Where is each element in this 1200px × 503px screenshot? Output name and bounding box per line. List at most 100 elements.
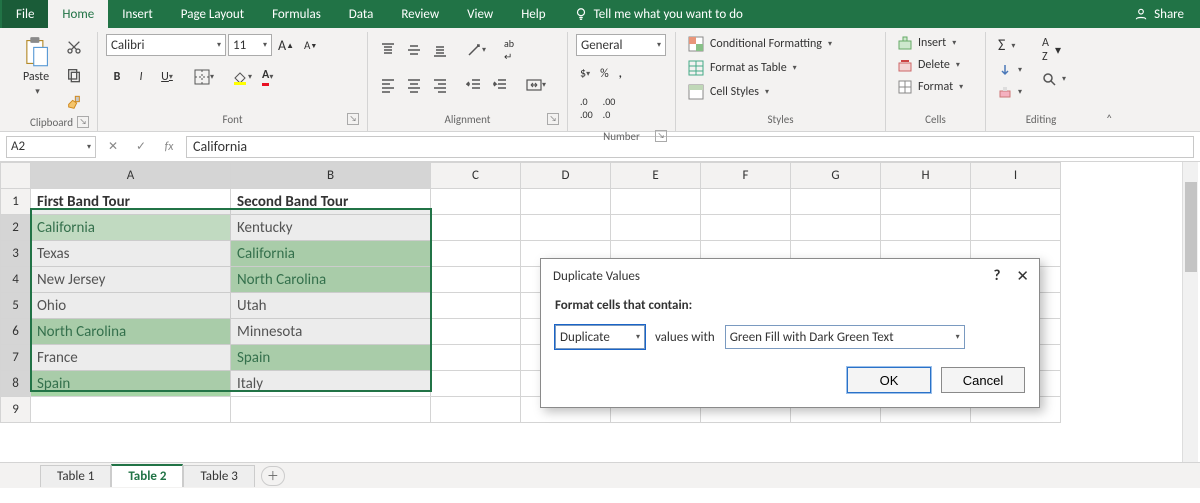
font-launcher[interactable]: ↘	[347, 113, 359, 125]
fill-color-button[interactable]: ▾	[228, 65, 256, 89]
cell-A5[interactable]: Ohio	[31, 293, 231, 319]
tab-view[interactable]: View	[453, 0, 507, 28]
dialog-duplicate-select[interactable]: Duplicate▾	[555, 325, 645, 349]
insert-cells-button[interactable]: Insert▾	[894, 34, 967, 52]
col-header-E[interactable]: E	[611, 163, 701, 189]
cell[interactable]	[431, 345, 521, 371]
row-header-5[interactable]: 5	[1, 293, 31, 319]
cell[interactable]	[431, 241, 521, 267]
align-center-button[interactable]	[402, 74, 426, 96]
collapse-ribbon-button[interactable]: ˄	[1096, 109, 1122, 131]
percent-button[interactable]: %	[596, 64, 613, 84]
col-header-H[interactable]: H	[881, 163, 971, 189]
cell[interactable]	[431, 189, 521, 215]
cell-B1[interactable]: Second Band Tour	[231, 189, 431, 215]
sheet-tab-table1[interactable]: Table 1	[40, 465, 111, 487]
format-cells-button[interactable]: Format▾	[894, 78, 967, 96]
col-header-B[interactable]: B	[231, 163, 431, 189]
row-header-4[interactable]: 4	[1, 267, 31, 293]
align-left-button[interactable]	[376, 74, 400, 96]
cell-A3[interactable]: Texas	[31, 241, 231, 267]
decrease-decimal-button[interactable]: .00.0	[599, 92, 620, 124]
cell-A8[interactable]: Spain	[31, 371, 231, 397]
alignment-launcher[interactable]: ↘	[547, 113, 559, 125]
cell[interactable]	[971, 215, 1061, 241]
dialog-ok-button[interactable]: OK	[847, 367, 931, 393]
sheet-tab-table2[interactable]: Table 2	[111, 464, 183, 487]
orientation-button[interactable]: ▾	[462, 34, 490, 66]
number-format-select[interactable]: General▾	[576, 34, 666, 56]
clear-button[interactable]: ▾	[994, 83, 1026, 101]
cell[interactable]	[31, 397, 231, 423]
col-header-A[interactable]: A	[31, 163, 231, 189]
cell-A2[interactable]: California	[31, 215, 231, 241]
tab-formulas[interactable]: Formulas	[258, 0, 335, 28]
cell[interactable]	[791, 189, 881, 215]
row-header-3[interactable]: 3	[1, 241, 31, 267]
row-header-9[interactable]: 9	[1, 397, 31, 423]
conditional-formatting-button[interactable]: Conditional Formatting▾	[684, 34, 836, 54]
increase-decimal-button[interactable]: .0.00	[576, 92, 597, 124]
copy-button[interactable]	[62, 64, 86, 86]
vertical-scrollbar[interactable]	[1182, 162, 1198, 462]
col-header-C[interactable]: C	[431, 163, 521, 189]
cell-B4[interactable]: North Carolina	[231, 267, 431, 293]
cell[interactable]	[431, 267, 521, 293]
dialog-help-button[interactable]: ?	[993, 267, 1000, 286]
align-middle-button[interactable]	[402, 34, 426, 66]
underline-button[interactable]: U ▾	[154, 65, 180, 89]
decrease-indent-button[interactable]	[462, 74, 486, 96]
increase-indent-button[interactable]	[488, 74, 512, 96]
cell-B6[interactable]: Minnesota	[231, 319, 431, 345]
name-box[interactable]: A2▾	[6, 136, 96, 158]
cell-B5[interactable]: Utah	[231, 293, 431, 319]
cell[interactable]	[431, 397, 521, 423]
row-header-1[interactable]: 1	[1, 189, 31, 215]
row-header-2[interactable]: 2	[1, 215, 31, 241]
scrollbar-thumb[interactable]	[1185, 182, 1197, 272]
dialog-cancel-button[interactable]: Cancel	[941, 367, 1025, 393]
tell-me[interactable]: Tell me what you want to do	[560, 0, 757, 28]
new-sheet-button[interactable]: ＋	[261, 466, 285, 486]
accounting-button[interactable]: $ ▾	[576, 64, 594, 84]
sort-filter-button[interactable]: AZ▾	[1038, 34, 1070, 66]
col-header-I[interactable]: I	[971, 163, 1061, 189]
tab-data[interactable]: Data	[335, 0, 388, 28]
tab-help[interactable]: Help	[507, 0, 559, 28]
cell[interactable]	[701, 189, 791, 215]
cell[interactable]	[791, 215, 881, 241]
sheet-tab-table3[interactable]: Table 3	[183, 465, 254, 487]
wrap-text-button[interactable]: ab↵	[500, 34, 518, 66]
cell[interactable]	[881, 189, 971, 215]
merge-center-button[interactable]: ▾	[522, 74, 550, 96]
paste-button[interactable]: Paste	[14, 34, 58, 100]
row-header-8[interactable]: 8	[1, 371, 31, 397]
col-header-F[interactable]: F	[701, 163, 791, 189]
italic-button[interactable]: I	[130, 65, 152, 89]
dialog-format-select[interactable]: Green Fill with Dark Green Text▾	[725, 325, 965, 349]
font-color-button[interactable]: A▾	[258, 65, 277, 89]
fill-button[interactable]: ▾	[994, 61, 1026, 79]
clipboard-launcher[interactable]: ↘	[77, 116, 89, 128]
cancel-formula-button[interactable]: ✕	[102, 139, 124, 154]
tab-insert[interactable]: Insert	[108, 0, 167, 28]
cell-A1[interactable]: First Band Tour	[31, 189, 231, 215]
row-header-7[interactable]: 7	[1, 345, 31, 371]
cell[interactable]	[231, 397, 431, 423]
cell-B2[interactable]: Kentucky	[231, 215, 431, 241]
dialog-close-button[interactable]: ✕	[1016, 267, 1029, 286]
bold-button[interactable]: B	[106, 65, 128, 89]
font-size-select[interactable]: 11▾	[228, 34, 272, 56]
cell[interactable]	[431, 371, 521, 397]
cell[interactable]	[431, 293, 521, 319]
cell[interactable]	[881, 215, 971, 241]
format-as-table-button[interactable]: Format as Table▾	[684, 58, 836, 78]
col-header-G[interactable]: G	[791, 163, 881, 189]
cell[interactable]	[611, 189, 701, 215]
cell[interactable]	[971, 189, 1061, 215]
col-header-D[interactable]: D	[521, 163, 611, 189]
cell[interactable]	[521, 189, 611, 215]
font-name-select[interactable]: Calibri▾	[106, 34, 226, 56]
select-all-corner[interactable]	[1, 163, 31, 189]
cell-A6[interactable]: North Carolina	[31, 319, 231, 345]
